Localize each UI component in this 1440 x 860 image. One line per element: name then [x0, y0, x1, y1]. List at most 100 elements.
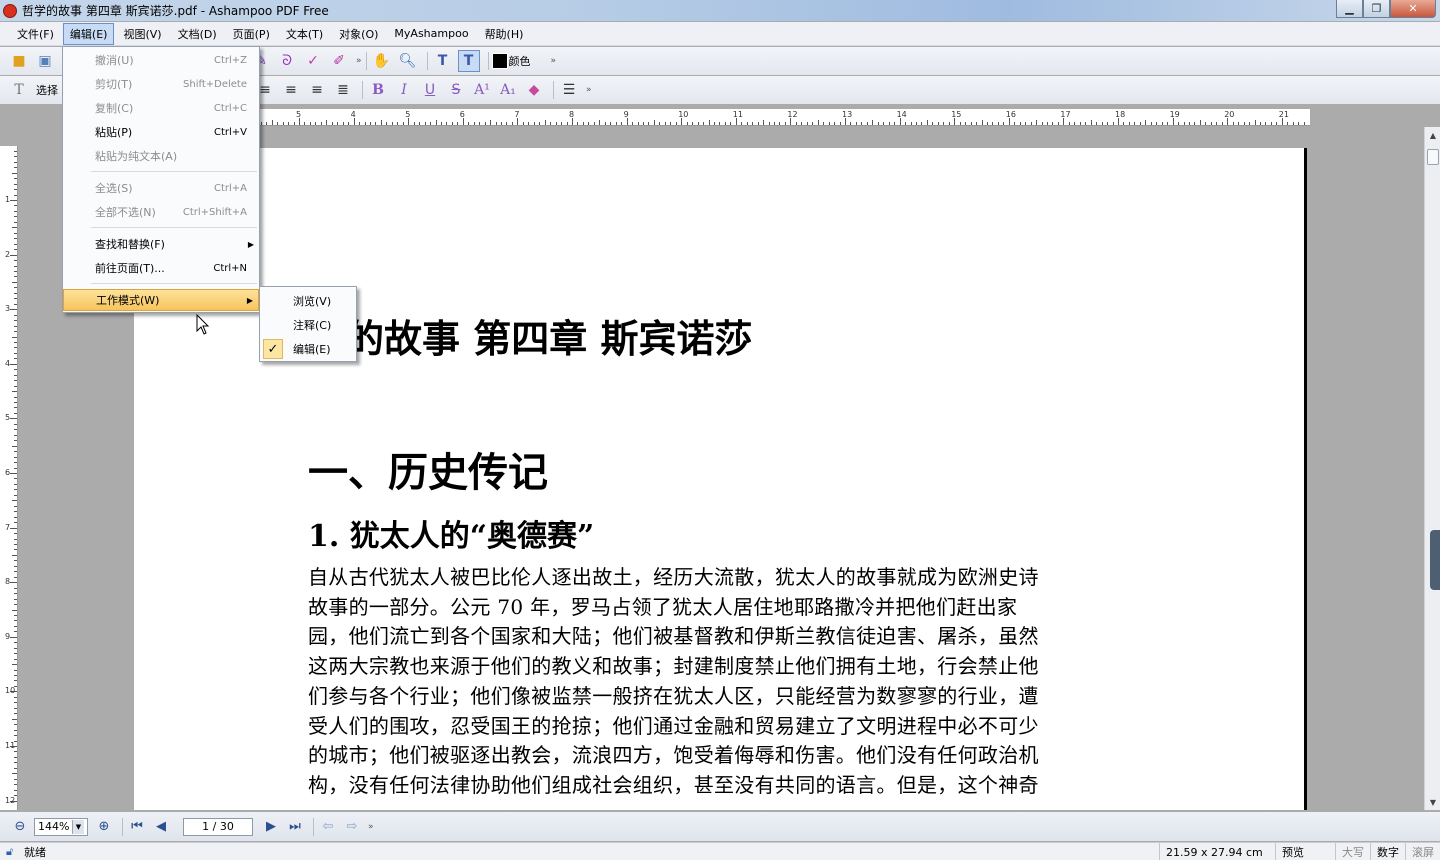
maximize-icon[interactable]: ❐: [1363, 0, 1390, 18]
zoom-in-icon[interactable]: ⊕: [94, 817, 114, 837]
underline-icon[interactable]: U: [419, 79, 441, 101]
ruler-tick: [14, 511, 17, 513]
open-folder-icon[interactable]: ■: [8, 50, 30, 72]
ruler-tick: [823, 122, 825, 125]
color-label[interactable]: 颜色: [509, 53, 531, 69]
menu-cut[interactable]: 剪切(T) Shift+Delete: [63, 73, 259, 95]
menu-page[interactable]: 页面(P): [226, 23, 277, 45]
scroll-down-icon[interactable]: ▼: [1425, 794, 1440, 810]
save-icon[interactable]: ▣: [34, 50, 56, 72]
bold-icon[interactable]: B: [367, 79, 389, 101]
color-swatch-icon[interactable]: [491, 53, 508, 69]
ruler-tick: [14, 352, 17, 354]
ruler-tick: [14, 565, 17, 567]
page-number-input[interactable]: 1 / 30: [183, 817, 253, 836]
pdf-page[interactable]: 学的故事 第四章 斯宾诺莎 一、历史传记 1. 犹太人的“奥德赛” 自从古代犹太…: [134, 148, 1307, 810]
document-body[interactable]: 自从古代犹太人被巴比伦人逐出故土，经历大流散，犹太人的故事就成为欧洲史诗 故事的…: [308, 563, 1140, 801]
last-page-icon[interactable]: ⏭: [285, 817, 305, 837]
submenu-edit[interactable]: ✓ 编辑(E): [260, 337, 356, 361]
previous-page-icon[interactable]: ◀: [151, 817, 171, 837]
hand-tool-icon[interactable]: ✋: [371, 50, 393, 72]
ruler-tick: [457, 122, 459, 125]
edit-menu-dropdown: 撤消(U) Ctrl+Z 剪切(T) Shift+Delete 复制(C) Ct…: [62, 46, 260, 313]
menu-text[interactable]: 文本(T): [279, 23, 330, 45]
select-label[interactable]: 选择: [36, 82, 58, 98]
menu-copy[interactable]: 复制(C) Ctrl+C: [63, 97, 259, 119]
ruler-number: 10: [5, 686, 16, 696]
scroll-up-icon[interactable]: ▲: [1425, 127, 1440, 143]
submenu-browse[interactable]: 浏览(V): [260, 289, 356, 313]
zoom-value: 144%: [38, 820, 70, 833]
zoom-select[interactable]: 144% ▼: [34, 817, 88, 836]
history-forward-icon[interactable]: ⇨: [342, 817, 362, 837]
menu-help[interactable]: 帮助(H): [478, 23, 531, 45]
ruler-tick: [14, 724, 17, 726]
submenu-annotate[interactable]: 注释(C): [260, 313, 356, 337]
add-text-tool-icon[interactable]: T: [457, 50, 480, 72]
document-title[interactable]: 学的故事 第四章 斯宾诺莎: [308, 308, 752, 363]
strikethrough-icon[interactable]: S: [445, 79, 467, 101]
ruler-tick: [555, 122, 557, 125]
menu-file[interactable]: 文件(F): [10, 23, 61, 45]
text-select-icon[interactable]: T: [8, 79, 30, 101]
menu-myashampoo[interactable]: MyAshampoo: [387, 24, 475, 43]
ruler-tick: [839, 122, 841, 125]
ruler-tick: [855, 122, 857, 125]
menu-view[interactable]: 视图(V): [116, 23, 168, 45]
document-heading-1[interactable]: 一、历史传记: [308, 440, 548, 498]
ruler-number: 6: [459, 110, 465, 119]
ruler-tick: [364, 122, 366, 125]
freehand-icon[interactable]: ᘐ: [276, 50, 298, 72]
menu-edit[interactable]: 编辑(E): [62, 22, 115, 45]
italic-icon[interactable]: I: [393, 79, 415, 101]
minimize-icon[interactable]: ▁: [1336, 0, 1363, 18]
scrollbar-thumb[interactable]: [1427, 149, 1439, 165]
menu-undo[interactable]: 撤消(U) Ctrl+Z: [63, 49, 259, 71]
line-spacing-icon[interactable]: ☰: [558, 79, 580, 101]
toolbar-more-icon[interactable]: »: [551, 56, 557, 66]
line-pen-icon[interactable]: ✓: [302, 50, 324, 72]
ruler-tick: [14, 604, 17, 606]
ruler-tick: [14, 762, 17, 764]
first-page-icon[interactable]: ⏮: [127, 817, 147, 837]
subscript-icon[interactable]: A₁: [497, 79, 519, 101]
ruler-tick: [632, 122, 634, 125]
ruler-tick: [12, 609, 17, 611]
eraser-icon[interactable]: ◆: [523, 79, 545, 101]
ruler-tick: [1270, 122, 1272, 125]
menu-goto-page[interactable]: 前往页面(T)... Ctrl+N: [63, 257, 259, 279]
navbar-more-icon[interactable]: »: [368, 822, 374, 832]
next-page-icon[interactable]: ▶: [261, 817, 281, 837]
superscript-icon[interactable]: A¹: [471, 79, 493, 101]
text-tool-icon[interactable]: T: [432, 50, 454, 72]
menu-deselect-all[interactable]: 全部不选(N) Ctrl+Shift+A: [63, 201, 259, 223]
ruler-tick: [1019, 122, 1021, 125]
ruler-tick: [14, 789, 17, 791]
zoom-out-icon[interactable]: ⊖: [10, 817, 30, 837]
align-justify-icon[interactable]: ≣: [332, 79, 354, 101]
menu-find-replace[interactable]: 查找和替换(F) ▶: [63, 233, 259, 255]
align-center-icon[interactable]: ≡: [280, 79, 302, 101]
zoom-tool-icon[interactable]: 🔍︎: [397, 50, 419, 72]
vertical-scrollbar[interactable]: ▲ ▼: [1424, 127, 1440, 810]
menu-document[interactable]: 文档(D): [171, 23, 224, 45]
menu-work-mode[interactable]: 工作模式(W) ▶: [63, 289, 259, 311]
marker-icon[interactable]: ✐: [328, 50, 350, 72]
ruler-number: 18: [1115, 110, 1126, 119]
ruler-tick: [599, 120, 601, 125]
side-panel-handle[interactable]: [1430, 530, 1440, 590]
history-back-icon[interactable]: ⇦: [318, 817, 338, 837]
document-heading-2[interactable]: 1. 犹太人的“奥德赛”: [308, 511, 594, 555]
ruler-tick: [615, 122, 617, 125]
menu-select-all[interactable]: 全选(S) Ctrl+A: [63, 177, 259, 199]
menu-paste-plain[interactable]: 粘贴为纯文本(A): [63, 145, 259, 167]
close-icon[interactable]: ✕: [1390, 0, 1436, 18]
toolbar-more-icon[interactable]: »: [586, 85, 592, 95]
menu-object[interactable]: 对象(O): [332, 23, 385, 45]
ruler-tick: [1052, 122, 1054, 125]
align-right-icon[interactable]: ≡: [306, 79, 328, 101]
menu-paste[interactable]: 粘贴(P) Ctrl+V: [63, 121, 259, 143]
chevron-down-icon[interactable]: ▼: [72, 819, 84, 834]
preview-indicator: 预览: [1275, 843, 1335, 860]
toolbar-more-icon[interactable]: »: [356, 56, 362, 66]
